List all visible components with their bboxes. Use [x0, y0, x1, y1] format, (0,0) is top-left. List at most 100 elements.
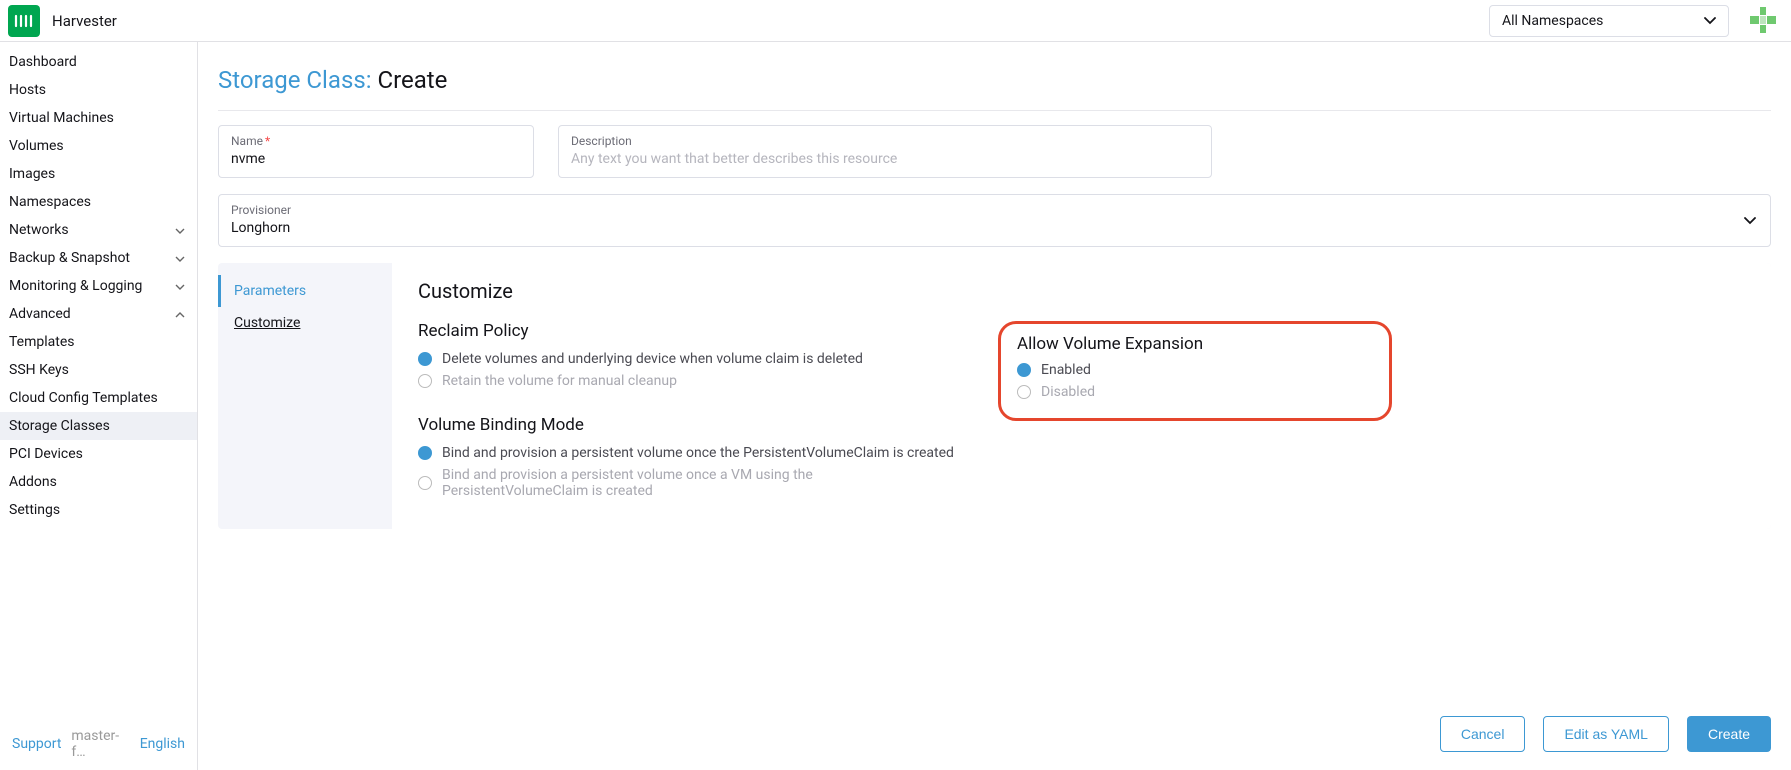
nav-networks[interactable]: Networks — [0, 216, 197, 244]
description-placeholder: Any text you want that better describes … — [571, 151, 1199, 167]
panel-heading: Customize — [418, 279, 1745, 303]
namespace-value: All Namespaces — [1502, 13, 1603, 29]
nav-hosts[interactable]: Hosts — [0, 76, 197, 104]
field-label: Provisioner — [231, 203, 1758, 217]
col-right: Allow Volume Expansion Enabled Disabled — [998, 321, 1745, 505]
sidebar: Dashboard Hosts Virtual Machines Volumes… — [0, 42, 198, 770]
topbar-right: All Namespaces — [1489, 5, 1779, 37]
nav-volumes[interactable]: Volumes — [0, 132, 197, 160]
nav-label: Images — [9, 166, 55, 182]
divider — [218, 110, 1771, 111]
footer-actions: Cancel Edit as YAML Create — [218, 686, 1771, 752]
title-action: Create — [377, 66, 447, 94]
provisioner-value: Longhorn — [231, 220, 1758, 236]
nav-label: Hosts — [9, 82, 46, 98]
create-button[interactable]: Create — [1687, 716, 1771, 752]
field-label: Description — [571, 134, 1199, 148]
tab-customize[interactable]: Customize — [218, 307, 392, 339]
radio-label: Disabled — [1041, 384, 1095, 400]
binding-vm-option[interactable]: Bind and provision a persistent volume o… — [418, 467, 958, 499]
nav-label: Networks — [9, 222, 69, 238]
radio-selected-icon — [418, 352, 432, 366]
namespace-select[interactable]: All Namespaces — [1489, 5, 1729, 37]
tabs: Parameters Customize — [218, 263, 392, 529]
description-field[interactable]: Description Any text you want that bette… — [558, 125, 1212, 178]
chevron-down-icon — [1704, 13, 1716, 29]
expansion-enabled-option[interactable]: Enabled — [1017, 362, 1373, 378]
title-crumb[interactable]: Storage Class: — [218, 66, 372, 94]
columns: Reclaim Policy Delete volumes and underl… — [418, 321, 1745, 505]
provisioner-select[interactable]: Provisioner Longhorn — [218, 194, 1771, 247]
nav-label: Monitoring & Logging — [9, 278, 142, 294]
basic-row: Name* nvme Description Any text you want… — [218, 125, 1771, 178]
main-area: Storage Class: Create Name* nvme Descrip… — [198, 42, 1791, 770]
nav-namespaces[interactable]: Namespaces — [0, 188, 197, 216]
support-link[interactable]: Support — [12, 736, 61, 752]
reclaim-delete-option[interactable]: Delete volumes and underlying device whe… — [418, 351, 958, 367]
nav-label: Namespaces — [9, 194, 91, 210]
nav-label: Advanced — [9, 306, 71, 322]
expansion-heading: Allow Volume Expansion — [1017, 334, 1373, 354]
expansion-disabled-option[interactable]: Disabled — [1017, 384, 1373, 400]
cancel-button[interactable]: Cancel — [1440, 716, 1526, 752]
radio-selected-icon — [418, 446, 432, 460]
radio-unselected-icon — [418, 476, 432, 490]
field-label: Name* — [231, 134, 521, 148]
nav-monitoring-logging[interactable]: Monitoring & Logging — [0, 272, 197, 300]
language-select[interactable]: English — [140, 736, 185, 752]
chevron-up-icon — [175, 307, 185, 321]
nav-label: Dashboard — [9, 54, 77, 70]
radio-selected-icon — [1017, 363, 1031, 377]
shell: Dashboard Hosts Virtual Machines Volumes… — [0, 42, 1791, 770]
radio-unselected-icon — [1017, 385, 1031, 399]
reclaim-retain-option[interactable]: Retain the volume for manual cleanup — [418, 373, 958, 389]
sidebar-footer: Support master-f… English — [0, 718, 197, 770]
nav-label: PCI Devices — [9, 446, 83, 462]
col-left: Reclaim Policy Delete volumes and underl… — [418, 321, 958, 505]
nav-virtual-machines[interactable]: Virtual Machines — [0, 104, 197, 132]
nav-storage-classes[interactable]: Storage Classes — [0, 412, 197, 440]
nav-label: Addons — [9, 474, 57, 490]
user-avatar[interactable] — [1747, 5, 1779, 37]
app-logo[interactable] — [8, 5, 40, 37]
nav-templates[interactable]: Templates — [0, 328, 197, 356]
nav-advanced[interactable]: Advanced — [0, 300, 197, 328]
allow-volume-expansion-highlight: Allow Volume Expansion Enabled Disabled — [998, 321, 1392, 421]
binding-pvc-option[interactable]: Bind and provision a persistent volume o… — [418, 445, 958, 461]
chevron-down-icon — [1744, 213, 1756, 229]
nav-label: Templates — [9, 334, 75, 350]
nav-addons[interactable]: Addons — [0, 468, 197, 496]
nav-pci-devices[interactable]: PCI Devices — [0, 440, 197, 468]
nav-label: Virtual Machines — [9, 110, 114, 126]
config-panel: Parameters Customize Customize Reclaim P… — [218, 263, 1771, 529]
reclaim-heading: Reclaim Policy — [418, 321, 958, 341]
nav: Dashboard Hosts Virtual Machines Volumes… — [0, 42, 197, 718]
nav-label: Storage Classes — [9, 418, 110, 434]
topbar: Harvester All Namespaces — [0, 0, 1791, 42]
nav-backup-snapshot[interactable]: Backup & Snapshot — [0, 244, 197, 272]
app-title: Harvester — [52, 12, 117, 30]
radio-label: Delete volumes and underlying device whe… — [442, 351, 863, 367]
nav-settings[interactable]: Settings — [0, 496, 197, 524]
name-value: nvme — [231, 151, 521, 167]
chevron-down-icon — [175, 223, 185, 237]
radio-label: Retain the volume for manual cleanup — [442, 373, 677, 389]
radio-label: Bind and provision a persistent volume o… — [442, 467, 958, 499]
tab-parameters[interactable]: Parameters — [218, 275, 392, 307]
nav-ssh-keys[interactable]: SSH Keys — [0, 356, 197, 384]
edit-yaml-button[interactable]: Edit as YAML — [1543, 716, 1669, 752]
version-text: master-f… — [71, 728, 129, 760]
nav-images[interactable]: Images — [0, 160, 197, 188]
radio-label: Bind and provision a persistent volume o… — [442, 445, 954, 461]
radio-label: Enabled — [1041, 362, 1091, 378]
provisioner-row: Provisioner Longhorn — [218, 194, 1771, 247]
radio-unselected-icon — [418, 374, 432, 388]
chevron-down-icon — [175, 279, 185, 293]
nav-label: Volumes — [9, 138, 64, 154]
nav-dashboard[interactable]: Dashboard — [0, 48, 197, 76]
nav-label: SSH Keys — [9, 362, 69, 378]
name-field[interactable]: Name* nvme — [218, 125, 534, 178]
nav-cloud-config-templates[interactable]: Cloud Config Templates — [0, 384, 197, 412]
page-title: Storage Class: Create — [218, 66, 1771, 94]
nav-label: Settings — [9, 502, 60, 518]
